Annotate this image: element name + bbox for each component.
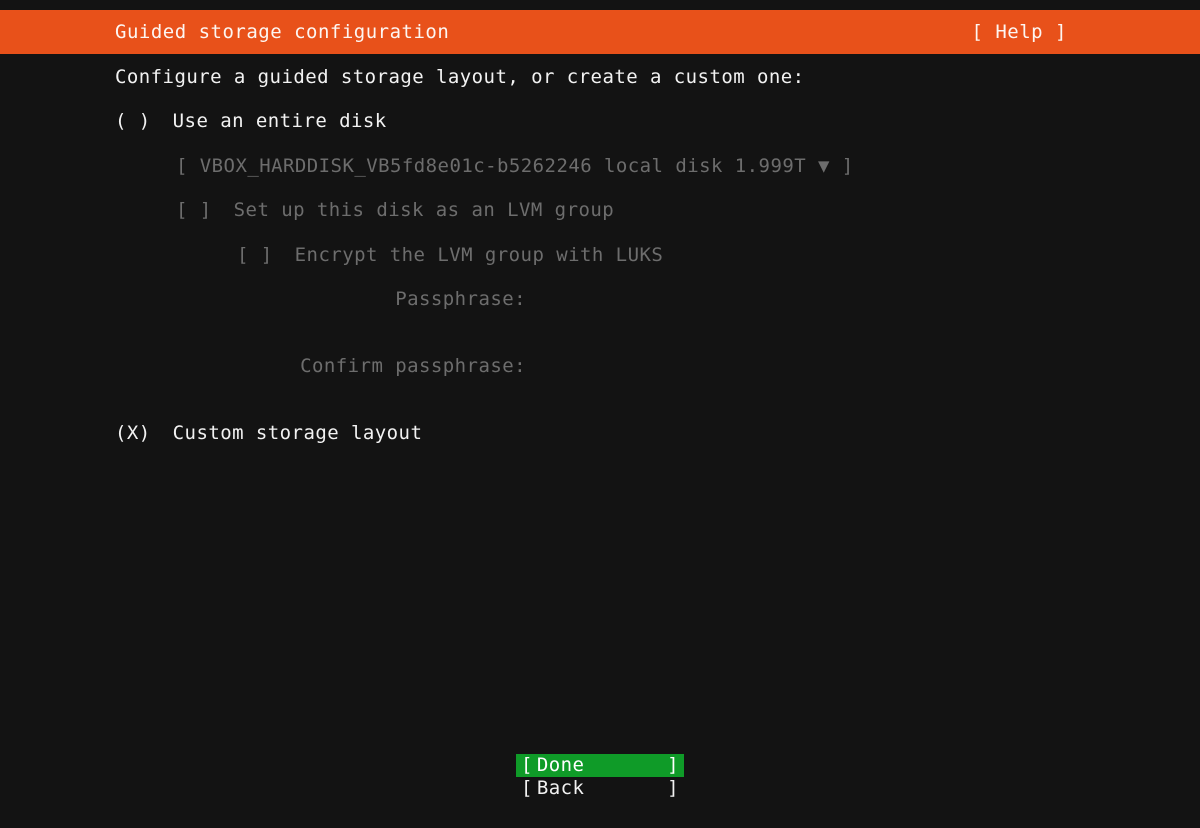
passphrase-label: Passphrase: <box>395 288 526 310</box>
back-button-label: Back <box>536 777 585 799</box>
radio-label-custom-storage-layout: Custom storage layout <box>172 422 423 444</box>
page-title: Guided storage configuration <box>115 20 450 43</box>
radio-label-use-entire-disk: Use an entire disk <box>172 110 387 132</box>
help-button[interactable]: [ Help ] <box>971 22 1067 42</box>
checkbox-label-luks: Encrypt the LVM group with LUKS <box>294 244 664 266</box>
radio-marker-custom-storage-layout: (X) <box>115 422 151 444</box>
radio-marker-use-entire-disk: ( ) <box>115 110 151 132</box>
disk-select-close-bracket: ] <box>841 155 854 177</box>
header-bar: Guided storage configuration [ Help ] <box>0 10 1200 54</box>
back-button-close-bracket: ] <box>667 777 679 799</box>
footer-buttons: [ Done ] [ Back ] <box>0 754 1200 800</box>
confirm-passphrase-label: Confirm passphrase: <box>300 355 526 377</box>
disk-select-open-bracket: [ <box>176 155 188 177</box>
back-button-open-bracket: [ <box>521 777 533 799</box>
disk-select-dropdown[interactable]: [ VBOX_HARDDISK_VB5fd8e01c-b5262246 loca… <box>176 157 854 176</box>
radio-option-custom-storage-layout[interactable]: (X) Custom storage layout <box>115 424 422 443</box>
main-content: Configure a guided storage layout, or cr… <box>0 54 1200 754</box>
done-button-close-bracket: ] <box>667 754 679 776</box>
top-edge-strip <box>0 0 1200 10</box>
checkbox-encrypt-with-luks[interactable]: [ ] Encrypt the LVM group with LUKS <box>237 246 663 265</box>
done-button-open-bracket: [ <box>521 754 533 776</box>
disk-select-value: VBOX_HARDDISK_VB5fd8e01c-b5262246 local … <box>199 155 807 177</box>
done-button[interactable]: [ Done ] <box>516 754 684 777</box>
checkbox-marker-lvm: [ ] <box>176 199 212 221</box>
back-button[interactable]: [ Back ] <box>516 777 684 800</box>
intro-text: Configure a guided storage layout, or cr… <box>115 66 805 88</box>
checkbox-set-up-lvm-group[interactable]: [ ] Set up this disk as an LVM group <box>176 201 614 220</box>
checkbox-marker-luks: [ ] <box>237 244 273 266</box>
installer-screen: Guided storage configuration [ Help ] Co… <box>0 0 1200 828</box>
radio-option-use-entire-disk[interactable]: ( ) Use an entire disk <box>115 112 387 131</box>
chevron-down-icon: ▼ <box>818 155 830 177</box>
bottom-edge-strip <box>0 806 1200 828</box>
done-button-label: Done <box>536 754 585 776</box>
checkbox-label-lvm: Set up this disk as an LVM group <box>233 199 615 221</box>
